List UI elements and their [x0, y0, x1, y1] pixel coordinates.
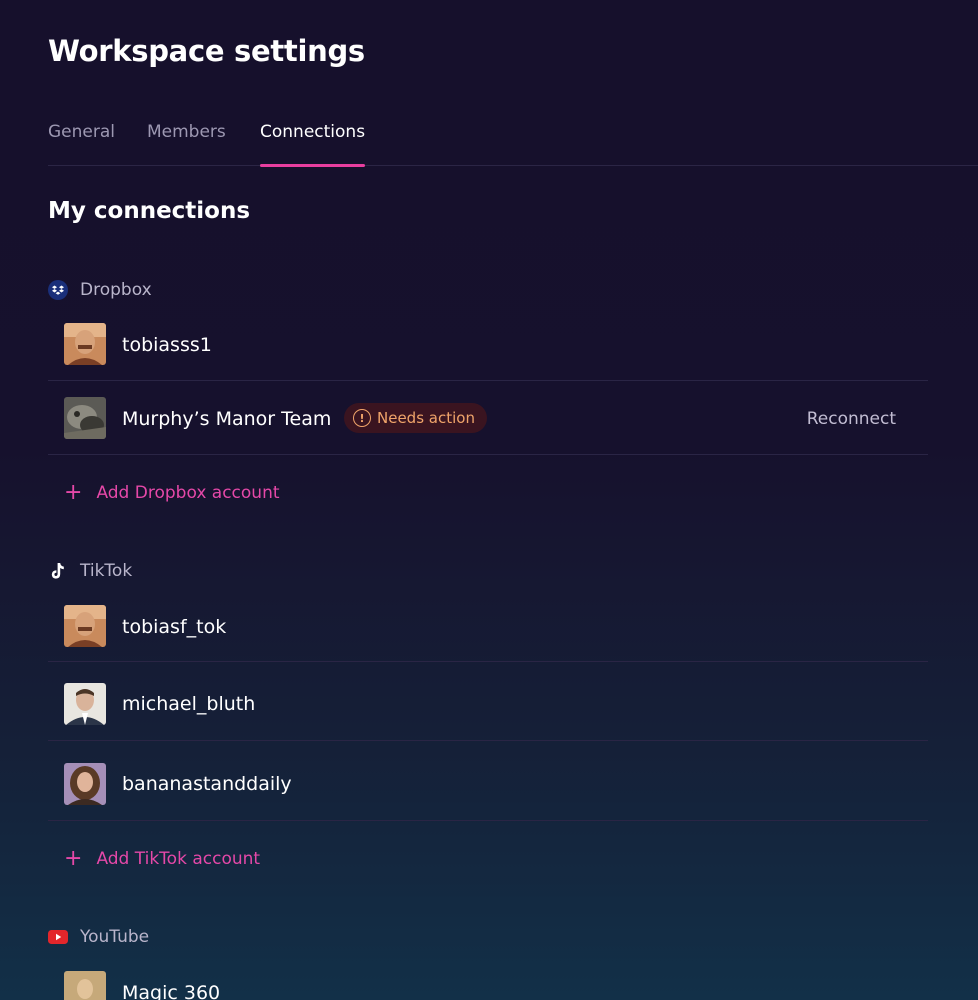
tab-members[interactable]: Members: [147, 122, 226, 166]
dropbox-group-header: Dropbox: [48, 278, 152, 302]
tab-connections[interactable]: Connections: [260, 122, 366, 167]
needs-action-badge: ! Needs action: [344, 403, 487, 433]
account-name: michael_bluth: [122, 693, 256, 715]
alert-icon: !: [353, 409, 371, 427]
connection-row[interactable]: bananastanddaily: [48, 741, 928, 821]
connection-row[interactable]: tobiasss1: [48, 308, 928, 381]
avatar: [64, 763, 106, 805]
avatar: [64, 971, 106, 1000]
tiktok-group-header: TikTok: [48, 559, 132, 583]
dropbox-label: Dropbox: [80, 280, 152, 300]
add-dropbox-account-button[interactable]: + Add Dropbox account: [64, 481, 280, 505]
account-name: Magic 360: [122, 982, 221, 1000]
dropbox-icon: [48, 280, 68, 300]
connection-row[interactable]: Magic 360: [48, 955, 928, 1000]
tiktok-icon: [48, 561, 68, 581]
reconnect-button[interactable]: Reconnect: [807, 409, 896, 429]
avatar: [64, 323, 106, 365]
section-title: My connections: [48, 198, 251, 224]
add-tiktok-label: Add TikTok account: [96, 849, 261, 869]
connection-row[interactable]: michael_bluth: [48, 662, 928, 741]
account-name: Murphy’s Manor Team: [122, 408, 332, 430]
badge-label: Needs action: [377, 409, 475, 427]
tiktok-label: TikTok: [80, 561, 133, 581]
tab-bar: General Members Connections: [48, 122, 978, 167]
connection-row[interactable]: Murphy’s Manor Team ! Needs action Recon…: [48, 381, 928, 455]
avatar: [64, 397, 106, 439]
tab-general[interactable]: General: [48, 122, 115, 166]
connection-row[interactable]: tobiasf_tok: [48, 589, 928, 662]
account-name: tobiasf_tok: [122, 616, 227, 638]
youtube-label: YouTube: [80, 927, 150, 947]
account-name: tobiasss1: [122, 334, 212, 356]
plus-icon: +: [64, 480, 83, 505]
avatar: [64, 683, 106, 725]
add-tiktok-account-button[interactable]: + Add TikTok account: [64, 847, 260, 871]
account-name: bananastanddaily: [122, 773, 292, 795]
youtube-group-header: YouTube: [48, 925, 149, 949]
page-title: Workspace settings: [48, 34, 365, 68]
plus-icon: +: [64, 846, 83, 871]
avatar: [64, 605, 106, 647]
add-dropbox-label: Add Dropbox account: [96, 483, 280, 503]
youtube-icon: [48, 927, 68, 947]
